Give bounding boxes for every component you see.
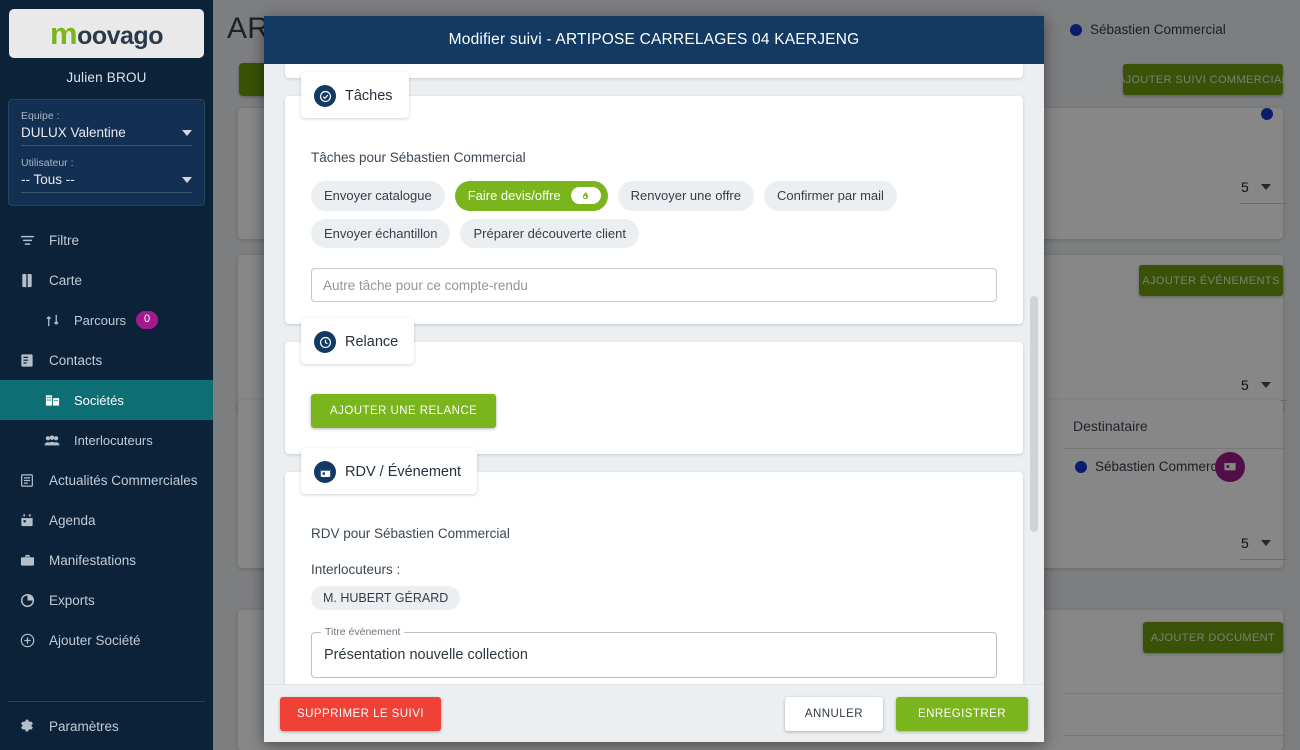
sidebar-item-filtre[interactable]: Filtre bbox=[0, 220, 213, 260]
contacts-icon bbox=[18, 353, 36, 368]
taches-subtitle: Tâches pour Sébastien Commercial bbox=[311, 150, 526, 165]
sidebar-item-label: Filtre bbox=[49, 232, 79, 248]
filter-icon bbox=[18, 233, 36, 248]
sidebar-item-label: Manifestations bbox=[49, 552, 137, 568]
plus-circle-icon bbox=[18, 633, 36, 648]
task-chip-selected[interactable]: Faire devis/offre bbox=[454, 181, 608, 211]
task-chip[interactable]: Renvoyer une offre bbox=[617, 181, 754, 211]
sidebar-item-label: Sociétés bbox=[74, 392, 124, 408]
team-label: Equipe : bbox=[21, 110, 60, 122]
logo-text: m oovago bbox=[50, 16, 163, 52]
section-taches-header: Tâches bbox=[301, 72, 409, 118]
modal-title-bar: Modifier suivi - ARTIPOSE CARRELAGES 04 … bbox=[264, 16, 1044, 64]
edit-suivi-modal: Modifier suivi - ARTIPOSE CARRELAGES 04 … bbox=[264, 16, 1044, 742]
section-title: Tâches bbox=[345, 88, 393, 104]
sidebar: m oovago Julien BROU Equipe : DULUX Valen… bbox=[0, 0, 213, 750]
sidebar-item-label: Carte bbox=[49, 272, 83, 288]
modal-scrollbar[interactable] bbox=[1030, 64, 1038, 684]
sidebar-item-contacts[interactable]: Contacts bbox=[0, 340, 213, 380]
other-task-placeholder: Autre tâche pour ce compte-rendu bbox=[323, 277, 528, 293]
clock-icon bbox=[314, 331, 336, 354]
sidebar-nav: Filtre Carte Parcours 0 Contacts Société… bbox=[0, 220, 213, 660]
section-taches: Tâches Tâches pour Sébastien Commercial … bbox=[285, 72, 1023, 325]
flame-icon bbox=[580, 190, 591, 201]
interlocuteur-chip[interactable]: M. HUBERT GÉRARD bbox=[311, 586, 461, 611]
calendar-event-icon bbox=[314, 461, 336, 484]
user-label: Utilisateur : bbox=[21, 157, 74, 169]
task-chip[interactable]: Confirmer par mail bbox=[764, 181, 897, 211]
section-relance: Relance AJOUTER UNE RELANCE bbox=[285, 318, 1023, 455]
sidebar-filter-card: Equipe : DULUX Valentine Utilisateur : -… bbox=[8, 99, 205, 206]
sidebar-item-exports[interactable]: Exports bbox=[0, 580, 213, 620]
section-title: Relance bbox=[345, 334, 399, 351]
app-logo[interactable]: m oovago bbox=[9, 9, 204, 58]
task-chip[interactable]: Envoyer échantillon bbox=[311, 218, 451, 249]
delete-suivi-button[interactable]: SUPPRIMER LE SUIVI bbox=[280, 696, 441, 731]
sidebar-item-societes[interactable]: Sociétés bbox=[0, 380, 213, 420]
current-user-name: Julien BROU bbox=[66, 70, 147, 85]
event-title-legend: Titre évènement bbox=[321, 626, 405, 639]
modal-title: Modifier suivi - ARTIPOSE CARRELAGES 04 … bbox=[448, 31, 860, 48]
team-select[interactable]: DULUX Valentine bbox=[21, 125, 192, 146]
sidebar-item-parcours[interactable]: Parcours 0 bbox=[0, 300, 213, 340]
sidebar-item-label: Ajouter Société bbox=[49, 632, 141, 648]
logo-word: oovago bbox=[77, 21, 163, 50]
map-icon bbox=[18, 273, 36, 288]
chevron-down-icon bbox=[182, 129, 192, 136]
news-icon bbox=[18, 473, 36, 488]
sidebar-item-label: Paramètres bbox=[49, 718, 119, 734]
section-title: RDV / Événement bbox=[345, 464, 462, 481]
sidebar-item-parametres[interactable]: Paramètres bbox=[0, 702, 213, 750]
user-value: -- Tous -- bbox=[21, 172, 75, 187]
sidebar-item-label: Interlocuteurs bbox=[74, 432, 153, 448]
sidebar-footer: Paramètres bbox=[0, 701, 213, 750]
gear-icon bbox=[18, 719, 36, 733]
user-select[interactable]: -- Tous -- bbox=[21, 172, 192, 193]
other-task-input[interactable]: Autre tâche pour ce compte-rendu bbox=[311, 268, 997, 303]
section-rdv-header: RDV / Événement bbox=[301, 448, 478, 495]
section-relance-header: Relance bbox=[301, 318, 415, 365]
cancel-button[interactable]: ANNULER bbox=[784, 696, 883, 731]
parcours-count-badge: 0 bbox=[136, 311, 159, 329]
pie-chart-icon bbox=[18, 593, 36, 608]
route-icon bbox=[43, 313, 61, 328]
modal-body[interactable]: Tâches Tâches pour Sébastien Commercial … bbox=[264, 64, 1044, 684]
team-value: DULUX Valentine bbox=[21, 125, 126, 140]
event-title-value: Présentation nouvelle collection bbox=[324, 647, 528, 664]
sidebar-item-label: Agenda bbox=[49, 512, 96, 528]
building-icon bbox=[43, 393, 61, 407]
sidebar-item-ajouter-societe[interactable]: Ajouter Société bbox=[0, 620, 213, 660]
chevron-down-icon bbox=[182, 176, 192, 183]
add-relance-button[interactable]: AJOUTER UNE RELANCE bbox=[311, 394, 497, 429]
check-circle-icon bbox=[314, 85, 336, 107]
sidebar-item-manifestations[interactable]: Manifestations bbox=[0, 540, 213, 580]
sidebar-item-label: Contacts bbox=[49, 352, 103, 368]
task-chip-toggle[interactable] bbox=[570, 187, 601, 205]
rdv-subtitle: RDV pour Sébastien Commercial bbox=[311, 526, 510, 542]
interlocuteurs-label: Interlocuteurs : bbox=[311, 562, 401, 578]
task-chip[interactable]: Préparer découverte client bbox=[460, 218, 639, 249]
event-title-field[interactable]: Titre évènement Présentation nouvelle co… bbox=[311, 626, 997, 679]
logo-mark: m bbox=[50, 15, 78, 51]
save-button[interactable]: ENREGISTRER bbox=[895, 696, 1028, 731]
sidebar-item-label: Parcours bbox=[74, 312, 127, 328]
section-rdv: RDV / Événement RDV pour Sébastien Comme… bbox=[285, 448, 1023, 684]
sidebar-item-agenda[interactable]: Agenda bbox=[0, 500, 213, 540]
sidebar-item-label: Exports bbox=[49, 592, 95, 608]
calendar-icon bbox=[18, 513, 36, 528]
sidebar-item-interlocuteurs[interactable]: Interlocuteurs bbox=[0, 420, 213, 460]
sidebar-item-actualites-commerciales[interactable]: Actualités Commerciales bbox=[0, 460, 213, 500]
task-chip-label: Faire devis/offre bbox=[467, 188, 561, 203]
sidebar-item-carte[interactable]: Carte bbox=[0, 260, 213, 300]
modal-footer: SUPPRIMER LE SUIVI ANNULER ENREGISTRER bbox=[264, 684, 1044, 742]
taches-chip-list: Envoyer catalogue Faire devis/offre Renv… bbox=[311, 181, 997, 249]
sidebar-item-label: Actualités Commerciales bbox=[49, 472, 198, 488]
app-root: m oovago Julien BROU Equipe : DULUX Valen… bbox=[0, 0, 1300, 750]
briefcase-icon bbox=[18, 553, 36, 567]
task-chip[interactable]: Envoyer catalogue bbox=[311, 181, 445, 211]
modal-scrollbar-thumb[interactable] bbox=[1030, 296, 1038, 532]
people-icon bbox=[43, 434, 61, 447]
